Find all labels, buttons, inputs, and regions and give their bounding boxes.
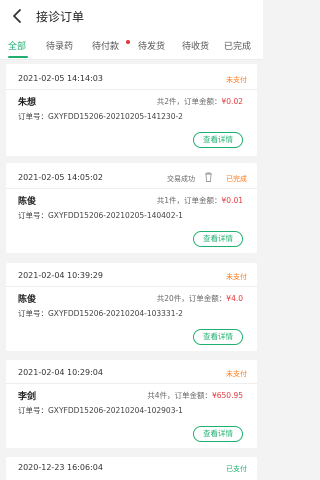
tab-all[interactable]: 全部 [8,39,26,52]
patient-name: 李剑 [18,392,37,402]
order-summary: 共20件，订单金额：¥4.0 [157,293,243,304]
order-number: 订单号：GXYFDD15206-20210204-102903-1 [18,406,183,415]
item-count: 共1件，订单金额： [156,196,222,205]
patient-name: 朱想 [18,98,37,108]
order-date: 2021-02-04 10:39:29 [18,271,103,280]
view-details-button[interactable]: 查看详情 [193,231,243,247]
header: 接诊订单 [0,0,263,34]
transaction-status: 交易成功 [167,175,195,183]
item-count: 共4件，订单金额： [147,391,212,400]
order-status: 未支付 [226,76,247,84]
order-number: 订单号：GXYFDD15206-20210205-140402-1 [18,211,183,220]
order-card: 2020-12-23 16:06:04 已支付 [6,457,257,480]
order-status: 未支付 [226,273,247,281]
tab-completed[interactable]: 已完成 [224,39,251,52]
order-status: 未支付 [226,370,247,378]
order-status: 已支付 [226,465,247,473]
delete-button[interactable] [204,172,213,182]
divider [6,286,257,287]
divider [6,89,257,90]
order-amount: ¥650.95 [211,391,243,400]
order-date: 2021-02-05 14:05:02 [18,173,103,182]
back-button[interactable] [10,8,26,24]
tab-pending-shipment[interactable]: 待发货 [138,39,165,52]
order-card: 2021-02-04 10:39:29 未支付 陈俊 共20件，订单金额：¥4.… [6,263,257,351]
order-summary: 共1件，订单金额：¥0.01 [157,195,243,206]
order-summary: 共4件，订单金额：¥650.95 [147,390,243,401]
active-tab-indicator [8,56,28,58]
trash-icon [205,172,212,182]
order-card: 2021-02-04 10:29:04 未支付 李剑 共4件，订单金额：¥650… [6,360,257,448]
patient-name: 陈俊 [18,197,37,207]
page-title: 接诊订单 [36,10,85,24]
order-number: 订单号：GXYFDD15206-20210204-103331-2 [18,309,183,318]
back-arrow-icon [13,9,21,23]
tab-pending-payment[interactable]: 待付款 [92,39,119,52]
order-amount: ¥0.02 [221,97,243,106]
patient-name: 陈俊 [18,295,37,305]
divider [6,188,257,189]
item-count: 共20件，订单金额： [156,294,227,303]
order-summary: 共2件，订单金额：¥0.02 [157,96,243,107]
order-amount: ¥0.01 [221,196,243,205]
order-number: 订单号：GXYFDD15206-20210205-141230-2 [18,112,183,121]
order-date: 2021-02-04 10:29:04 [18,368,103,377]
order-card: 2021-02-05 14:14:03 未支付 朱想 共2件，订单金额：¥0.0… [6,64,257,156]
order-date: 2021-02-05 14:14:03 [18,74,103,83]
notification-dot [126,40,130,44]
tab-pending-receipt[interactable]: 待收货 [182,39,209,52]
view-details-button[interactable]: 查看详情 [193,329,243,345]
order-amount: ¥4.0 [226,294,243,303]
view-details-button[interactable]: 查看详情 [193,132,243,148]
tab-bar: 全部 待录药 待付款 待发货 待收货 已完成 [0,34,263,60]
order-card: 2021-02-05 14:05:02 交易成功 已完成 陈俊 共1件，订单金额… [6,163,257,253]
view-details-button[interactable]: 查看详情 [193,426,243,442]
tab-pending-prescription[interactable]: 待录药 [46,39,73,52]
order-status: 已完成 [226,175,247,183]
divider [6,383,257,384]
item-count: 共2件，订单金额： [156,97,222,106]
order-date: 2020-12-23 16:06:04 [18,463,103,472]
